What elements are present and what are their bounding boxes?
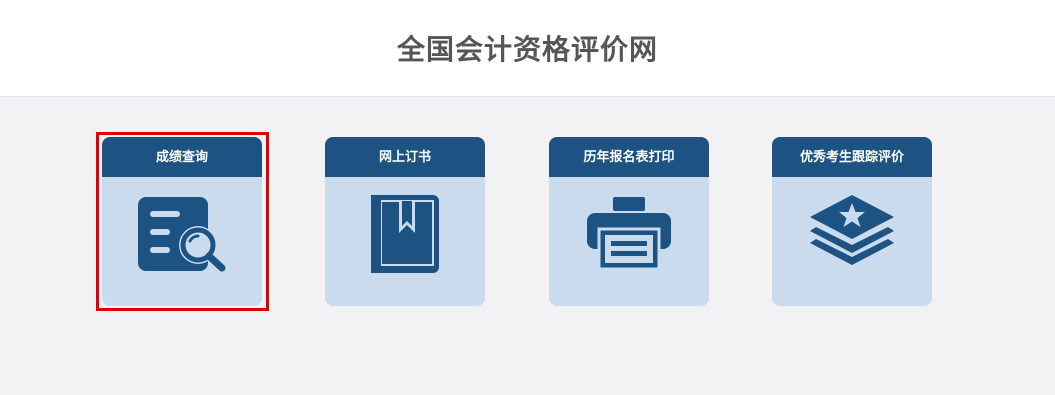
score-query-label: 成绩查询	[102, 137, 262, 177]
online-book-order-label: 网上订书	[325, 137, 485, 177]
score-query-card[interactable]: 成绩查询	[102, 137, 262, 306]
site-header: 全国会计资格评价网	[0, 0, 1055, 97]
online-book-order-card[interactable]: 网上订书	[325, 137, 485, 306]
printer-icon	[549, 191, 709, 275]
page: 全国会计资格评价网 成绩查询 网上订书 历年报名表打印 优秀考生跟踪评价	[0, 0, 1055, 395]
registration-form-print-card[interactable]: 历年报名表打印	[549, 137, 709, 306]
book-icon	[325, 191, 485, 275]
site-title: 全国会计资格评价网	[396, 33, 658, 66]
document-search-icon	[102, 191, 262, 275]
candidate-tracking-label: 优秀考生跟踪评价	[772, 137, 932, 177]
candidate-tracking-card[interactable]: 优秀考生跟踪评价	[772, 137, 932, 306]
registration-form-print-label: 历年报名表打印	[549, 137, 709, 177]
layers-star-icon	[772, 191, 932, 275]
